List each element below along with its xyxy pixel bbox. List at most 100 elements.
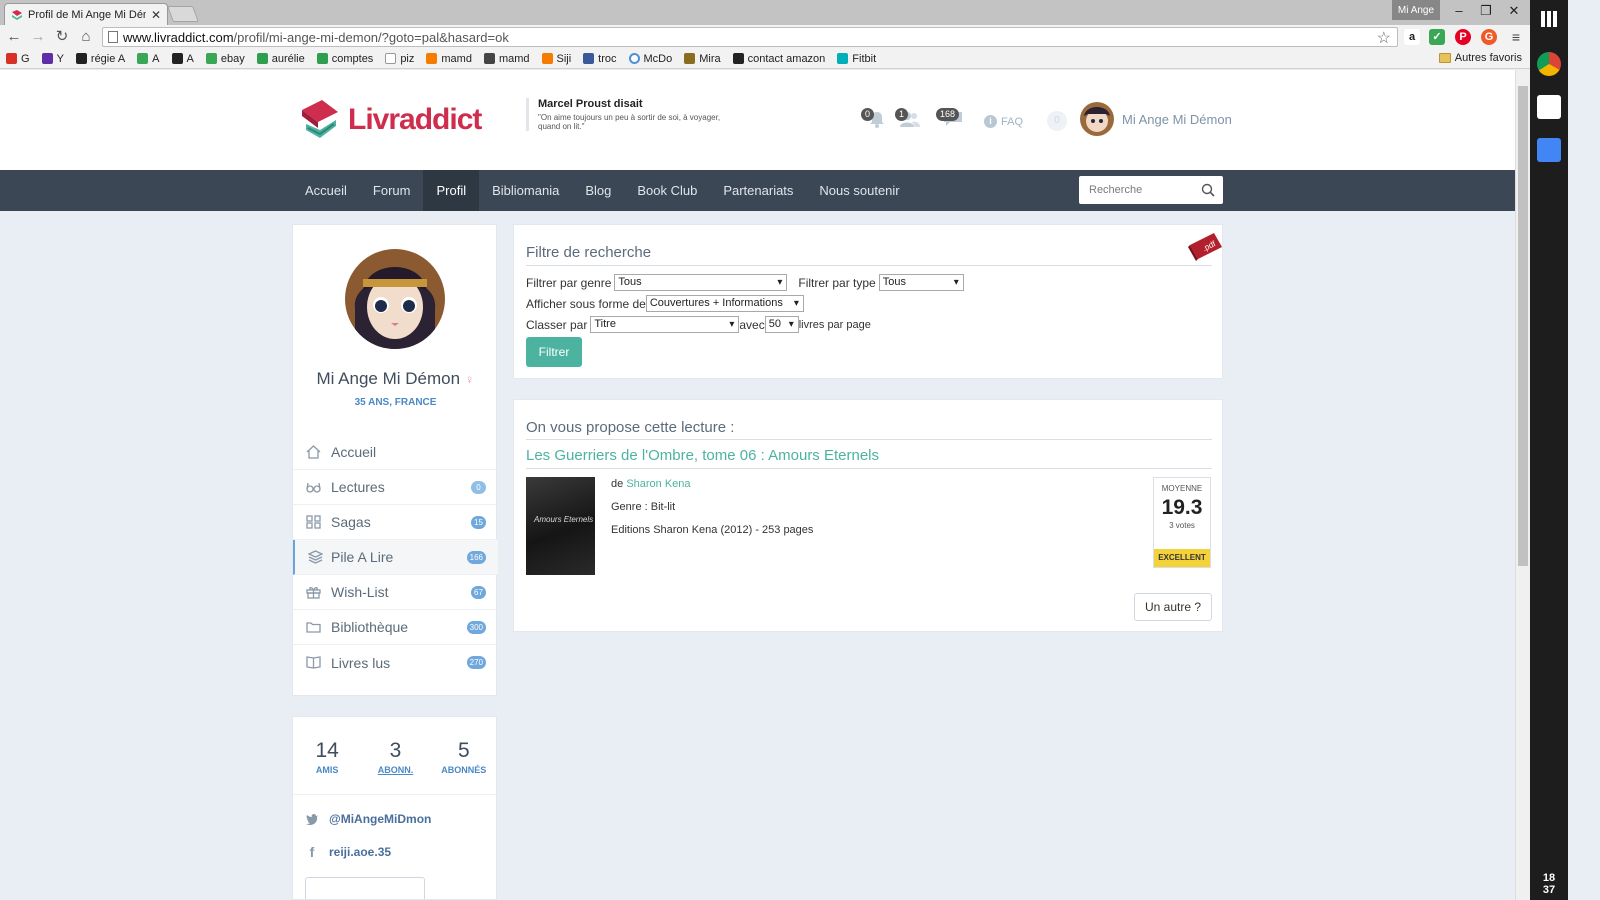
scrollbar-thumb[interactable] [1518,86,1528,566]
bookmark[interactable]: contact amazon [732,53,825,65]
profile-menu-accueil[interactable]: Accueil [293,435,498,470]
bookmark[interactable]: Siji [541,53,571,65]
new-tab-button[interactable] [167,6,199,22]
stat-friends[interactable]: 14 AMIS [297,739,357,775]
bookmark-label: Y [56,52,64,65]
forward-icon[interactable]: → [30,29,46,45]
nav-nous-soutenir[interactable]: Nous soutenir [806,170,912,211]
bookmark[interactable]: G [6,53,30,65]
nav-forum[interactable]: Forum [360,170,424,211]
reload-icon[interactable]: ↻ [54,29,70,45]
type-select[interactable]: Tous [878,274,964,291]
profile-menu-sagas[interactable]: Sagas 15 [293,505,498,540]
display-select[interactable]: Couvertures + Informations [645,295,804,312]
profile-menu-bibliotheque[interactable]: Bibliothèque 300 [293,610,498,645]
amazon-extension-icon[interactable]: a [1404,29,1420,45]
site-logo[interactable]: Livraddict [300,98,482,142]
blogger-icon [426,53,438,64]
book-cover[interactable]: Amours Eternels [526,477,595,575]
page-scrollbar[interactable] [1515,70,1530,900]
notifications-count: 0 [861,108,875,121]
bookmark[interactable]: piz [385,53,414,65]
nav-profil[interactable]: Profil [423,170,480,211]
nav-blog[interactable]: Blog [572,170,624,211]
bookmark-label: aurélie [271,52,305,65]
display-label: Afficher sous forme de [526,296,646,311]
another-suggestion-button[interactable]: Un autre ? [1134,593,1212,621]
menu-label: Accueil [331,444,377,460]
chrome-menu-icon[interactable]: ≡ [1508,29,1524,45]
minimize-icon[interactable]: – [1448,2,1470,20]
bookmark[interactable]: Y [41,52,64,65]
profile-meta: 35 ANS, FRANCE [354,397,437,408]
bookmark[interactable]: aurélie [256,52,305,65]
browser-tab[interactable]: Profil de Mi Ange Mi Dém ✕ [4,3,168,25]
nav-book-club[interactable]: Book Club [624,170,710,211]
bookmark-label: Fitbit [852,52,877,65]
profile-menu-wish-list[interactable]: Wish-List 67 [293,575,498,610]
more-button[interactable] [305,877,425,899]
search-icon[interactable] [1201,183,1215,197]
url-bar[interactable]: www.livraddict.com/profil/mi-ange-mi-dem… [102,27,1398,47]
bookmark[interactable]: Mira [684,53,721,65]
faq-link[interactable]: i FAQ [984,115,1023,128]
bookmark[interactable]: ebay [205,53,245,65]
profile-menu-livres-lus[interactable]: Livres lus 270 [293,645,498,680]
bookmark[interactable]: troc [583,52,617,65]
tab-title: Profil de Mi Ange Mi Dém [28,8,146,21]
shield-icon [205,53,217,64]
author-prefix: de [611,478,624,490]
sort-label: Classer par [526,317,588,332]
apps-grid-icon[interactable] [1541,11,1557,27]
gmail-icon[interactable] [1537,95,1561,119]
author-link[interactable]: Sharon Kena [626,478,690,490]
stat-followers[interactable]: 5 ABONNÉS [434,739,494,775]
stack-icon [308,550,323,564]
chrome-icon[interactable] [1537,52,1561,76]
profile-menu-lectures[interactable]: Lectures 0 [293,470,498,505]
filter-button[interactable]: Filtrer [526,337,582,367]
bookmark[interactable]: A [137,53,160,65]
bookmark[interactable]: McDo [628,53,672,65]
nav-partenariats[interactable]: Partenariats [710,170,806,211]
m-icon [684,53,696,64]
google-plus-icon[interactable] [1537,138,1561,162]
bookmark-label: troc [598,52,617,65]
book-edition: Editions Sharon Kena (2012) - 253 pages [611,524,814,536]
shield-extension-icon[interactable]: ✓ [1429,29,1445,45]
divider [526,265,1212,266]
points-badge[interactable]: 0 [1047,111,1067,131]
bookmark[interactable]: Fitbit [837,53,876,65]
folder-icon [306,622,321,633]
nav-accueil[interactable]: Accueil [292,170,360,211]
close-window-icon[interactable]: ✕ [1503,2,1525,20]
bookmark-star-icon[interactable]: ☆ [1377,28,1391,48]
per-page-select[interactable]: 50 [764,316,799,333]
tab-close-icon[interactable]: ✕ [151,8,161,22]
pdf-export-icon[interactable]: .pdf [1188,231,1224,261]
bookmark[interactable]: mamd [426,53,472,65]
pinterest-extension-icon[interactable]: P [1455,29,1471,45]
home-icon[interactable]: ⌂ [78,29,94,45]
restore-icon[interactable]: ❐ [1475,2,1497,20]
sort-select[interactable]: Titre [590,316,740,333]
grammarly-extension-icon[interactable]: G [1481,29,1497,45]
search-input[interactable]: Recherche [1079,176,1223,204]
bookmark[interactable]: A [171,53,194,65]
bookmark[interactable]: régie A [75,53,125,65]
genre-select[interactable]: Tous [614,274,788,291]
bookmark[interactable]: mamd [483,53,530,65]
twitter-link[interactable]: @MiAngeMiDmon [305,812,431,826]
stat-following[interactable]: 3 ABONN. [365,739,425,775]
profile-menu-pile-a-lire[interactable]: Pile A Lire 166 [293,540,498,575]
browser-profile-chip[interactable]: Mi Ange [1392,0,1440,20]
other-bookmarks[interactable]: Autres favoris [1438,52,1522,64]
book-title-link[interactable]: Les Guerriers de l'Ombre, tome 06 : Amou… [526,447,879,464]
nav-bibliomania[interactable]: Bibliomania [479,170,572,211]
stat-label: AMIS [315,765,339,775]
bookmark[interactable]: comptes [316,53,373,65]
back-icon[interactable]: ← [6,29,22,45]
gmail-icon [6,53,17,64]
header-user[interactable]: Mi Ange Mi Démon [1080,102,1232,136]
facebook-link[interactable]: f reiji.aoe.35 [305,845,391,859]
